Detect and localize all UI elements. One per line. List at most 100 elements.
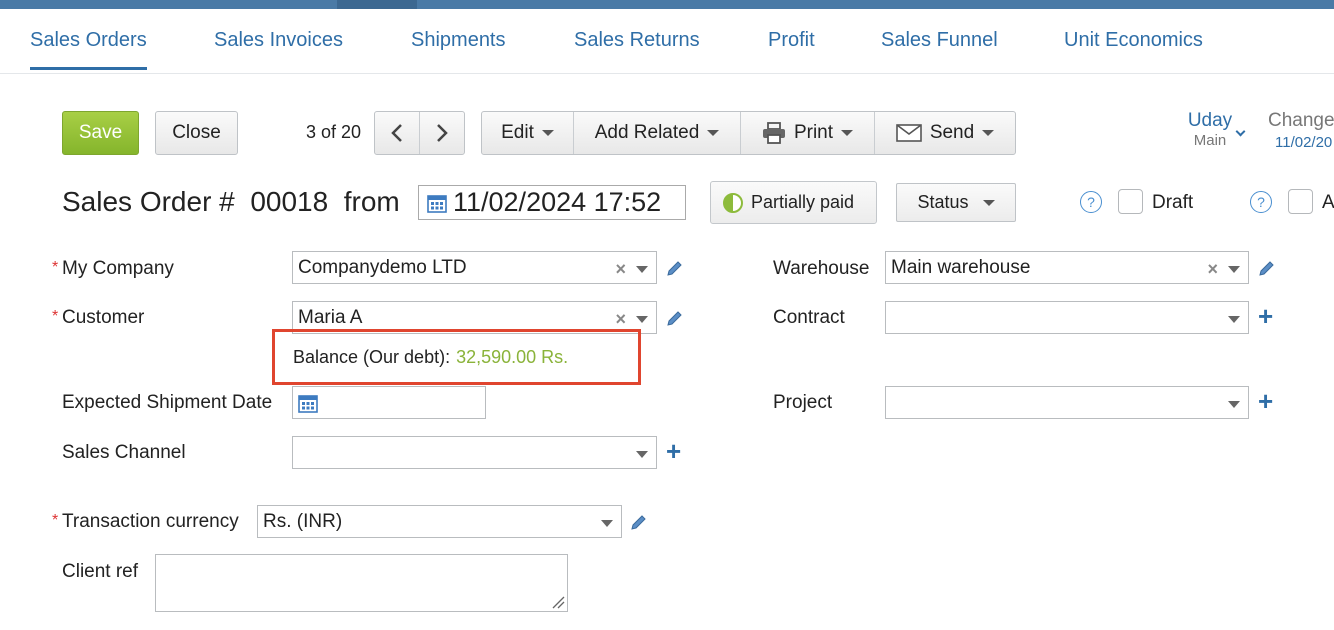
- contract-select[interactable]: [885, 301, 1249, 334]
- change-date-link[interactable]: 11/02/20: [1275, 134, 1334, 151]
- contract-label: Contract: [773, 307, 845, 328]
- top-color-bar: [0, 0, 1334, 9]
- balance-label: Balance (Our debt):: [293, 346, 451, 367]
- warehouse-select[interactable]: Main warehouse ×: [885, 251, 1249, 284]
- sales-channel-label: Sales Channel: [62, 442, 186, 463]
- transaction-currency-label: Transaction currency: [62, 511, 239, 532]
- pencil-icon[interactable]: [1258, 258, 1276, 276]
- envelope-icon: [896, 124, 922, 142]
- order-datetime-field[interactable]: 11/02/2024 17:52: [418, 185, 686, 220]
- send-menu-button[interactable]: Send: [875, 112, 1015, 154]
- chevron-right-icon: [437, 124, 448, 142]
- print-label: Print: [793, 122, 834, 143]
- user-menu[interactable]: Uday Main: [1170, 110, 1250, 149]
- order-datetime-value: 11/02/2024 17:52: [453, 187, 662, 217]
- add-sales-channel-icon[interactable]: +: [666, 438, 681, 464]
- pager-nav: [374, 111, 465, 155]
- caret-down-icon: [541, 130, 554, 136]
- help-icon[interactable]: ?: [1080, 191, 1102, 213]
- status-label: Status: [917, 192, 969, 212]
- chevron-left-icon: [391, 124, 402, 142]
- half-circle-icon: [723, 192, 743, 213]
- resize-handle-icon[interactable]: [551, 595, 565, 609]
- from-label: from: [343, 186, 400, 217]
- payment-status-label: Partially paid: [751, 192, 855, 212]
- send-label: Send: [929, 122, 975, 143]
- dropdown-arrow-icon[interactable]: [636, 451, 648, 458]
- calendar-icon[interactable]: [427, 193, 447, 213]
- save-button[interactable]: Save: [62, 111, 139, 155]
- customer-value: Maria A: [298, 306, 363, 328]
- add-project-icon[interactable]: +: [1258, 388, 1273, 414]
- pencil-icon[interactable]: [666, 258, 684, 276]
- draft-checkbox[interactable]: [1118, 189, 1143, 214]
- printer-icon: [762, 122, 785, 144]
- client-ref-label: Client ref: [62, 561, 139, 582]
- dropdown-arrow-icon[interactable]: [1228, 316, 1240, 323]
- caret-down-icon: [982, 130, 995, 136]
- dropdown-arrow-icon[interactable]: [636, 266, 648, 273]
- required-mark: *: [52, 512, 59, 529]
- next-record-button[interactable]: [420, 112, 464, 154]
- my-company-select[interactable]: Companydemo LTD ×: [292, 251, 657, 284]
- change-info: Change 11/02/20: [1268, 110, 1334, 151]
- print-menu-button[interactable]: Print: [741, 112, 875, 154]
- project-label: Project: [773, 392, 833, 413]
- edit-menu-button[interactable]: Edit: [482, 112, 574, 154]
- page-title: Sales Order # 00018 from: [62, 186, 400, 218]
- caret-down-icon: [982, 199, 995, 206]
- my-company-value: Companydemo LTD: [298, 256, 467, 278]
- record-pager-text: 3 of 20: [306, 122, 362, 142]
- dropdown-arrow-icon[interactable]: [1228, 401, 1240, 408]
- warehouse-value: Main warehouse: [891, 256, 1031, 278]
- project-select[interactable]: [885, 386, 1249, 419]
- order-number: 00018: [250, 186, 329, 217]
- payment-status-button[interactable]: Partially paid: [710, 181, 877, 224]
- tab-profit[interactable]: Profit: [768, 29, 815, 52]
- draft-label: Draft: [1152, 192, 1194, 213]
- calendar-icon[interactable]: [298, 393, 318, 413]
- expected-shipment-date-label: Expected Shipment Date: [62, 392, 273, 413]
- add-related-label: Add Related: [594, 122, 700, 143]
- close-button[interactable]: Close: [155, 111, 238, 155]
- help-icon[interactable]: ?: [1250, 191, 1272, 213]
- edit-label: Edit: [501, 122, 534, 143]
- sales-channel-select[interactable]: [292, 436, 657, 469]
- clear-icon[interactable]: ×: [615, 309, 626, 330]
- tab-sales-invoices[interactable]: Sales Invoices: [214, 29, 343, 52]
- clear-icon[interactable]: ×: [1207, 259, 1218, 280]
- tab-sales-orders[interactable]: Sales Orders: [30, 29, 147, 70]
- expected-shipment-date-field[interactable]: [292, 386, 486, 419]
- my-company-label: My Company: [62, 258, 174, 279]
- dropdown-arrow-icon[interactable]: [1228, 266, 1240, 273]
- title-prefix: Sales Order #: [62, 186, 235, 217]
- tab-unit-economics[interactable]: Unit Economics: [1064, 29, 1203, 52]
- add-contract-icon[interactable]: +: [1258, 303, 1273, 329]
- status-dropdown[interactable]: Status: [896, 183, 1016, 222]
- tab-sales-returns[interactable]: Sales Returns: [574, 29, 700, 52]
- caret-down-icon: [707, 130, 720, 136]
- tab-sales-funnel[interactable]: Sales Funnel: [881, 29, 998, 52]
- required-mark: *: [52, 308, 59, 325]
- required-mark: *: [52, 259, 59, 276]
- second-checkbox-label: A: [1322, 192, 1334, 213]
- previous-record-button[interactable]: [375, 112, 420, 154]
- pencil-icon[interactable]: [630, 512, 648, 530]
- add-related-menu-button[interactable]: Add Related: [574, 112, 741, 154]
- balance-amount: 32,590.00 Rs.: [456, 346, 569, 367]
- transaction-currency-select[interactable]: Rs. (INR): [257, 505, 622, 538]
- customer-label: Customer: [62, 307, 145, 328]
- dropdown-arrow-icon[interactable]: [636, 316, 648, 323]
- caret-down-icon: [841, 130, 854, 136]
- transaction-currency-value: Rs. (INR): [263, 510, 343, 532]
- change-label: Change: [1268, 110, 1334, 131]
- module-tabs: Sales Orders Sales Invoices Shipments Sa…: [0, 9, 1334, 74]
- actions-toolbar: Edit Add Related Print Send: [481, 111, 1016, 155]
- pencil-icon[interactable]: [666, 308, 684, 326]
- tab-shipments[interactable]: Shipments: [411, 29, 506, 52]
- clear-icon[interactable]: ×: [615, 259, 626, 280]
- second-checkbox[interactable]: [1288, 189, 1313, 214]
- client-ref-textarea[interactable]: [155, 554, 568, 612]
- dropdown-arrow-icon[interactable]: [601, 520, 613, 527]
- top-bar-segment: [337, 0, 417, 9]
